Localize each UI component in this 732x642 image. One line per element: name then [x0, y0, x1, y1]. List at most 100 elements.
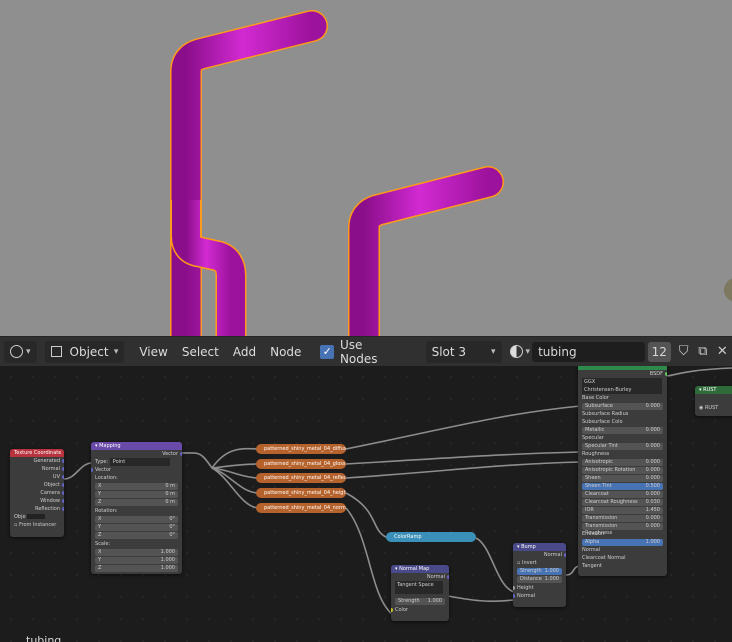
bsdf-input-row[interactable]: Tangent	[578, 563, 667, 570]
normal-map-node[interactable]: ▾ Normal Map Normal Tangent Space Streng…	[391, 565, 449, 621]
duplicate-icon[interactable]: ⧉	[693, 342, 712, 362]
bsdf-input-label: Transmission	[585, 515, 618, 521]
distance-field[interactable]: Distance 1.000	[517, 576, 562, 583]
bsdf-input-value: 0.000	[645, 491, 660, 497]
distribution-dropdown[interactable]: GGX	[578, 378, 667, 386]
object-field-row[interactable]: Obje	[10, 513, 64, 521]
rotation-x[interactable]: X 0°	[95, 516, 178, 523]
bsdf-input-row[interactable]: Clearcoat Normal	[578, 555, 667, 562]
principled-bsdf-node[interactable]: BSDF GGX Christensen-Burley Base Color Su…	[578, 366, 667, 576]
bsdf-input-row[interactable]: Clearcoat Roughness 0.030	[582, 499, 663, 506]
strength-field[interactable]: Strength 1.000	[517, 568, 562, 575]
bsdf-input-label: Base Color	[582, 395, 609, 401]
input-vector: Vector	[91, 466, 182, 474]
bsdf-input-row[interactable]: Normal	[578, 547, 667, 554]
bsdf-input-row[interactable]: IOR 1.450	[582, 507, 663, 514]
bsdf-input-label: Emission	[582, 531, 605, 537]
bsdf-input-label: Specular	[582, 435, 604, 441]
rust-group-node[interactable]: ▾ RUST ◉ RUST	[695, 386, 732, 416]
bsdf-input-row[interactable]: Metallic 0.000	[582, 427, 663, 434]
bsdf-input-value: 1.000	[645, 539, 660, 545]
menu-view[interactable]: View	[132, 345, 174, 359]
bsdf-input-value: 0.000	[645, 427, 660, 433]
invert-checkbox[interactable]: ▫ Invert	[513, 559, 566, 567]
material-footer-label: tubing	[26, 634, 62, 642]
node-header: ▾ RUST	[695, 386, 732, 394]
material-name-field[interactable]: tubing	[532, 341, 645, 362]
bsdf-input-row[interactable]: Roughness	[578, 451, 667, 458]
scale-x[interactable]: X 1.000	[95, 549, 178, 556]
output-window: Window	[10, 497, 64, 505]
space-dropdown[interactable]: Tangent Space	[391, 581, 449, 589]
bsdf-input-row[interactable]: Subsurface Radius	[578, 411, 667, 418]
bsdf-input-label: Tangent	[582, 563, 602, 569]
mapping-node[interactable]: ▾ Mapping Vector Type: Point Vector Loca…	[91, 442, 182, 574]
bsdf-input-row[interactable]: Transmission Roughness 0.000	[582, 523, 663, 536]
location-z[interactable]: Z0 m	[95, 499, 178, 506]
bsdf-input-row[interactable]: Transmission 0.000	[582, 515, 663, 522]
close-icon[interactable]: ✕	[713, 342, 732, 362]
image-texture-diffuse-node[interactable]: patterned_shiny_metal_04_diffuse	[256, 444, 346, 454]
bsdf-input-row[interactable]: Anisotropic 0.000	[582, 459, 663, 466]
material-browse-button[interactable]: ▾	[508, 341, 533, 363]
image-texture-height-node[interactable]: patterned_shiny_metal_04_height	[256, 488, 346, 498]
user-count[interactable]: 12	[647, 341, 671, 362]
bsdf-input-row[interactable]: Anisotropic Rotation 0.000	[582, 467, 663, 474]
fake-user-shield-icon[interactable]: ⛉	[674, 342, 693, 362]
bump-node[interactable]: ▾ Bump Normal ▫ Invert Strength 1.000 Dis…	[513, 543, 566, 607]
bsdf-input-row[interactable]: Sheen Tint 0.500	[582, 483, 663, 490]
bsdf-input-row[interactable]: Emission	[578, 531, 667, 538]
bsdf-input-row[interactable]: Base Color	[578, 395, 667, 402]
scale-y[interactable]: Y 1.000	[95, 557, 178, 564]
bsdf-input-label: IOR	[585, 507, 594, 513]
image-texture-reflection-node[interactable]: patterned_shiny_metal_04_reflect	[256, 473, 346, 483]
bsdf-input-label: Clearcoat	[585, 491, 609, 497]
bsdf-input-label: Sheen Tint	[585, 483, 612, 489]
menu-add[interactable]: Add	[226, 345, 263, 359]
node-canvas[interactable]: Texture Coordinate Generated Normal UV O…	[0, 366, 732, 642]
input-normal: Normal	[513, 592, 566, 600]
bsdf-input-value: 0.000	[645, 403, 660, 409]
colorramp-node[interactable]: ColorRamp	[386, 532, 476, 542]
tube-object	[170, 10, 732, 336]
bsdf-input-row[interactable]: Sheen 0.000	[582, 475, 663, 482]
output-vector: Vector	[91, 450, 182, 458]
editor-type-selector[interactable]: ▾	[4, 340, 37, 363]
bsdf-input-value: 0.000	[645, 475, 660, 481]
location-x[interactable]: X0 m	[95, 483, 178, 490]
material-name: tubing	[538, 344, 577, 359]
image-texture-glossiness-node[interactable]: patterned_shiny_metal_04_glossi	[256, 459, 346, 469]
material-sphere-icon	[509, 345, 523, 358]
scale-z[interactable]: Z 1.000	[95, 565, 178, 572]
bsdf-input-row[interactable]: Clearcoat 0.000	[582, 491, 663, 498]
output-normal: Normal	[513, 551, 566, 559]
texture-coordinate-node[interactable]: Texture Coordinate Generated Normal UV O…	[10, 449, 64, 537]
node-editor-icon	[10, 345, 23, 358]
image-texture-normal-node[interactable]: patterned_shiny_metal_04_normal	[256, 503, 346, 513]
bsdf-input-row[interactable]: Alpha 1.000	[582, 539, 663, 546]
object-mode-dropdown[interactable]: Object ▾	[44, 340, 125, 363]
location-y[interactable]: Y0 m	[95, 491, 178, 498]
bsdf-input-row[interactable]: Specular	[578, 435, 667, 442]
bsdf-input-label: Roughness	[582, 451, 610, 457]
bsdf-input-row[interactable]: Subsurface Colo	[578, 419, 667, 426]
bsdf-input-label: Clearcoat Normal	[582, 555, 626, 561]
bsdf-input-label: Anisotropic	[585, 459, 613, 465]
strength-field[interactable]: Strength 1.000	[395, 598, 445, 605]
uv-map-field[interactable]	[391, 589, 449, 597]
bsdf-input-row[interactable]: Subsurface 0.000	[582, 403, 663, 410]
bsdf-input-row[interactable]: Specular Tint 0.000	[582, 443, 663, 450]
node-editor-header: ▾ Object ▾ View Select Add Node ✓ Use No…	[0, 336, 732, 366]
rotation-y[interactable]: Y 0°	[95, 524, 178, 531]
slot-dropdown[interactable]: Slot 3 ▾	[425, 340, 502, 363]
rotation-z[interactable]: Z 0°	[95, 532, 178, 539]
mapping-type-row[interactable]: Type: Point	[91, 458, 182, 466]
subsurface-method-dropdown[interactable]: Christensen-Burley	[578, 386, 667, 394]
node-header: ▾ Mapping	[91, 442, 182, 450]
from-instancer-checkbox[interactable]: ▫ From Instancer	[10, 521, 64, 529]
use-nodes-toggle[interactable]: ✓ Use Nodes	[314, 338, 407, 366]
3d-viewport[interactable]	[0, 0, 732, 336]
menu-select[interactable]: Select	[175, 345, 226, 359]
menu-node[interactable]: Node	[263, 345, 308, 359]
bsdf-input-label: Subsurface Radius	[582, 411, 629, 417]
